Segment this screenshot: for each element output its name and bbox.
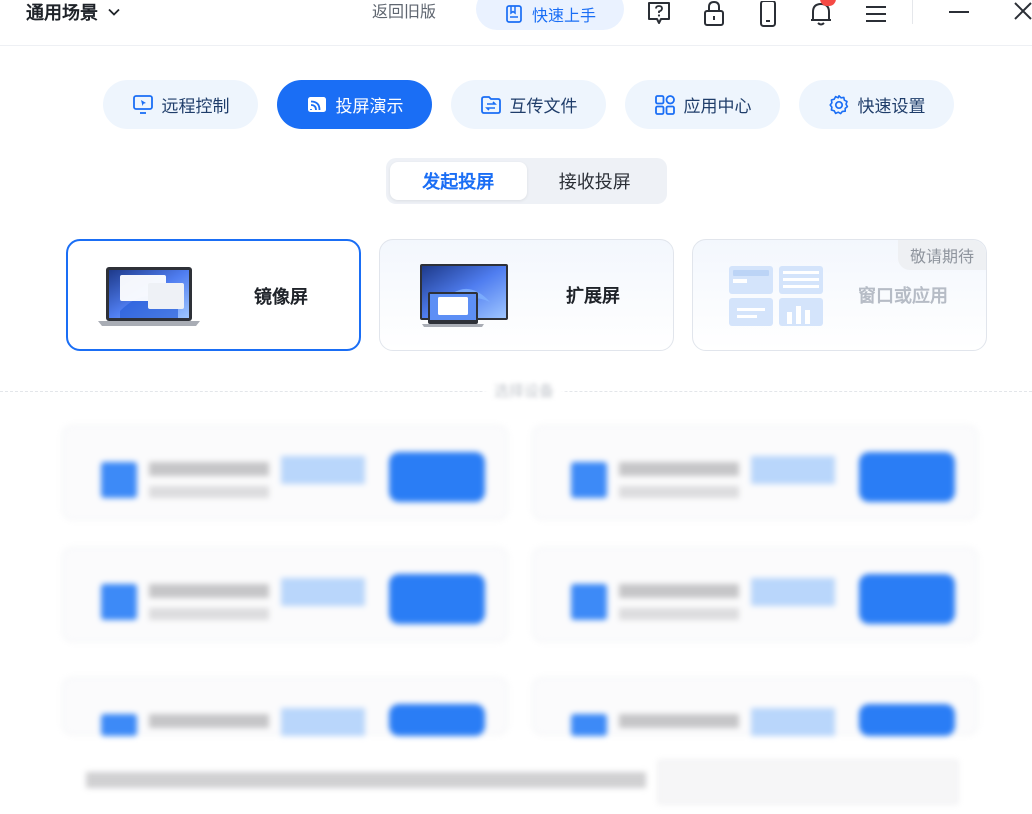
- mode-label: 窗口或应用: [858, 286, 948, 307]
- quickstart-button[interactable]: 快速上手: [476, 0, 624, 30]
- file-transfer-icon: [480, 95, 501, 114]
- window-app-illustration: [729, 266, 823, 326]
- minimize-icon: [949, 11, 969, 13]
- phone-icon: [760, 1, 776, 27]
- connect-button[interactable]: [859, 574, 955, 624]
- minimize-button[interactable]: [944, 0, 974, 28]
- tab-app-center[interactable]: 应用中心: [625, 80, 780, 129]
- tab-label: 投屏演示: [335, 97, 404, 117]
- close-button[interactable]: [1008, 0, 1032, 28]
- feature-tabs: 远程控制 投屏演示 互传文件 应用中心 快速设置: [103, 80, 954, 129]
- mode-label: 扩展屏: [566, 286, 620, 307]
- back-to-legacy-link[interactable]: 返回旧版: [372, 0, 436, 24]
- device-item[interactable]: [62, 677, 508, 736]
- device-item[interactable]: [62, 547, 508, 642]
- device-icon: [571, 462, 607, 498]
- tab-label: 互传文件: [509, 97, 578, 117]
- lock-button[interactable]: [699, 0, 729, 28]
- device-icon: [571, 584, 607, 620]
- laptop-mirror-illustration: [98, 267, 200, 326]
- phone-button[interactable]: [753, 0, 783, 28]
- tab-label: 应用中心: [683, 97, 752, 117]
- mode-card-extend[interactable]: 扩展屏: [379, 239, 674, 351]
- extend-screen-illustration: [420, 264, 508, 327]
- connect-button[interactable]: [859, 452, 955, 502]
- app-grid-icon: [654, 94, 675, 115]
- help-chat-icon: [648, 2, 670, 24]
- connect-button[interactable]: [859, 704, 955, 736]
- cast-direction-segment: 发起投屏 接收投屏: [386, 158, 667, 204]
- footer-bar: [86, 760, 966, 804]
- close-icon: [1014, 2, 1032, 20]
- mode-card-mirror[interactable]: 镜像屏: [66, 239, 361, 351]
- cast-icon: [307, 96, 326, 112]
- footer-input[interactable]: [658, 760, 958, 804]
- guide-book-icon: [506, 5, 522, 23]
- help-button[interactable]: [644, 0, 674, 28]
- connect-button[interactable]: [389, 452, 485, 502]
- tab-quick-settings[interactable]: 快速设置: [799, 80, 954, 129]
- tab-file-transfer[interactable]: 互传文件: [451, 80, 606, 129]
- select-device-title: 选择设备: [484, 380, 565, 401]
- main-menu-button[interactable]: [861, 0, 891, 28]
- toolbar-divider: [912, 0, 913, 24]
- device-icon: [101, 584, 137, 620]
- device-item[interactable]: [532, 547, 978, 642]
- mode-card-window-app: 敬请期待 窗口或应用: [692, 239, 987, 351]
- tab-remote-control[interactable]: 远程控制: [103, 80, 258, 129]
- device-icon: [571, 714, 607, 736]
- device-item[interactable]: [532, 425, 978, 520]
- connect-button[interactable]: [389, 704, 485, 736]
- device-item[interactable]: [62, 425, 508, 520]
- chevron-down-icon: [108, 8, 120, 16]
- device-item[interactable]: [532, 677, 978, 736]
- title-bar: 通用场景 返回旧版 快速上手: [0, 0, 1032, 46]
- mode-label: 镜像屏: [254, 287, 308, 308]
- hamburger-menu-icon: [866, 6, 886, 22]
- remote-control-icon: [132, 94, 153, 114]
- scene-label: 通用场景: [26, 3, 98, 24]
- scene-selector[interactable]: 通用场景: [26, 0, 122, 24]
- device-list: [62, 425, 988, 736]
- tab-label: 远程控制: [161, 97, 230, 117]
- quickstart-label: 快速上手: [531, 6, 596, 25]
- device-icon: [101, 714, 137, 736]
- settings-gear-icon: [828, 94, 848, 114]
- connect-button[interactable]: [389, 574, 485, 624]
- tab-cast-presentation[interactable]: 投屏演示: [277, 80, 432, 129]
- tab-label: 快速设置: [857, 97, 926, 117]
- notifications-button[interactable]: [806, 0, 836, 28]
- segment-start-cast[interactable]: 发起投屏: [390, 162, 527, 200]
- lock-icon: [704, 1, 724, 26]
- device-icon: [101, 462, 137, 498]
- segment-receive-cast[interactable]: 接收投屏: [527, 162, 664, 200]
